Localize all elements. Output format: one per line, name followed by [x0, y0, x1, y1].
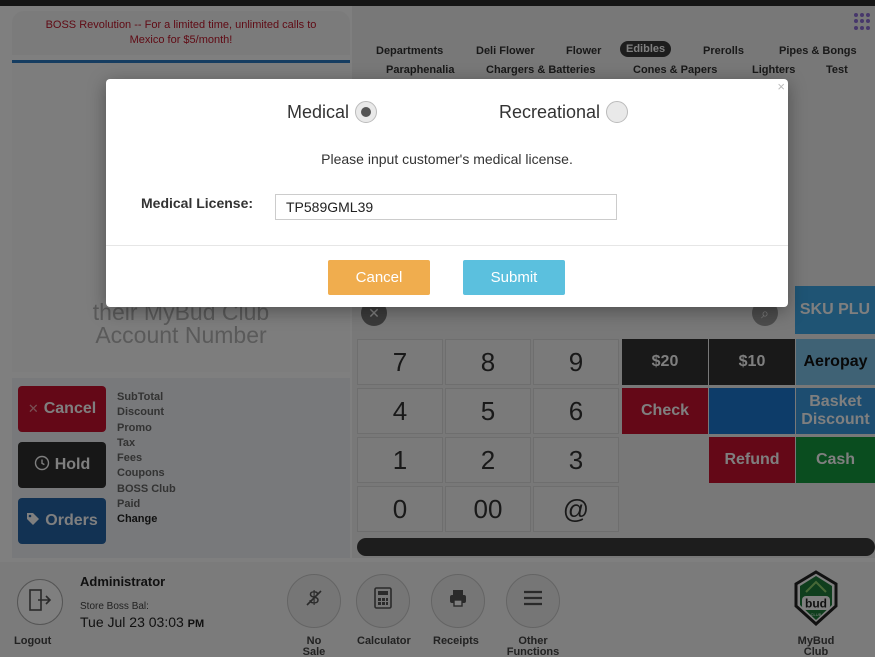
- customer-type-radio-group: Medical Recreational: [106, 101, 788, 129]
- modal-divider: [106, 245, 788, 246]
- license-input[interactable]: [275, 194, 617, 220]
- license-label: Medical License:: [141, 195, 254, 211]
- medical-radio[interactable]: [355, 101, 378, 123]
- modal-submit-button[interactable]: Submit: [463, 260, 565, 295]
- recreational-label: Recreational: [499, 101, 601, 122]
- recreational-radio[interactable]: [606, 101, 629, 123]
- medical-option[interactable]: Medical: [287, 101, 378, 123]
- recreational-option[interactable]: Recreational: [499, 101, 629, 123]
- modal-cancel-button[interactable]: Cancel: [328, 260, 430, 295]
- modal-close-icon[interactable]: ×: [777, 79, 785, 94]
- medical-label: Medical: [287, 101, 350, 122]
- license-modal: × Medical Recreational Please input cust…: [106, 79, 788, 307]
- modal-message: Please input customer's medical license.: [321, 151, 573, 167]
- radio-selected-dot: [361, 107, 372, 117]
